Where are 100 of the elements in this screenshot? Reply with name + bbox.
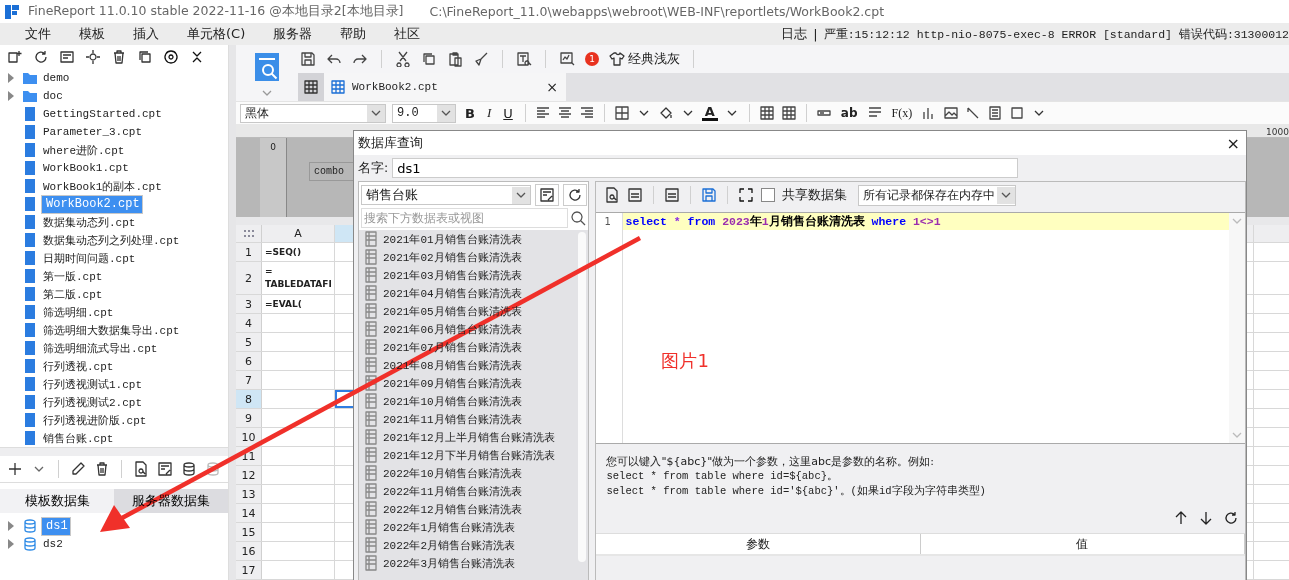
table-item[interactable]: 2021年04月销售台账清洗表 — [383, 285, 522, 301]
connection-select[interactable]: 销售台账 — [361, 185, 531, 205]
row-header[interactable]: 2 — [236, 262, 262, 294]
menu-item[interactable]: 模板 — [79, 25, 105, 43]
table-item[interactable]: 2021年11月销售台账清洗表 — [383, 411, 522, 427]
tree-item[interactable]: where进阶.cpt — [41, 141, 127, 159]
tree-item[interactable]: 行列透视测试2.cpt — [41, 393, 144, 411]
database-icon[interactable] — [181, 461, 197, 477]
menu-item[interactable]: 帮助 — [340, 25, 367, 43]
table-item[interactable]: 2021年09月销售台账清洗表 — [383, 375, 522, 391]
menu-item[interactable]: 服务器 — [273, 25, 313, 43]
storage-select[interactable]: 所有记录都保存在内存中 — [858, 184, 1017, 206]
tree-item[interactable]: Parameter_3.cpt — [41, 125, 145, 139]
table-grid-icon[interactable] — [780, 105, 797, 122]
tree-item[interactable]: demo — [41, 71, 72, 85]
row-header[interactable]: 14 — [236, 504, 262, 522]
chart-search-icon[interactable] — [559, 51, 575, 67]
text-search-icon[interactable] — [516, 51, 532, 67]
table-search-field[interactable]: 搜索下方数据表或视图 — [361, 208, 569, 228]
wrap-text-button[interactable]: ab — [837, 106, 861, 121]
font-select[interactable]: 黑体 — [240, 103, 386, 123]
row-header[interactable]: 13 — [236, 485, 262, 503]
tree-item[interactable]: 行列透视.cpt — [41, 357, 116, 375]
row-header[interactable]: 1 — [236, 243, 262, 261]
new-sheet-icon[interactable] — [303, 79, 319, 95]
new-template-icon[interactable] — [7, 49, 23, 65]
table-item[interactable]: 2022年1月销售台账清洗表 — [383, 519, 515, 535]
underline-button[interactable]: U — [500, 105, 516, 121]
tree-item[interactable]: 数据集动态列.cpt — [41, 213, 138, 231]
tree-item[interactable]: 筛选明细.cpt — [41, 303, 116, 321]
save-icon[interactable] — [701, 187, 718, 203]
sql-icon[interactable] — [627, 187, 644, 203]
add-icon[interactable] — [7, 461, 23, 477]
menu-item[interactable]: 单元格(C) — [187, 25, 246, 43]
copy-icon[interactable] — [421, 51, 437, 67]
edit-icon[interactable] — [70, 461, 86, 477]
paste-icon[interactable] — [447, 51, 463, 67]
tree-item[interactable]: 第二版.cpt — [41, 285, 105, 303]
row-header[interactable]: 3 — [236, 295, 262, 313]
row-header[interactable]: 17 — [236, 561, 262, 579]
copy-icon[interactable] — [137, 49, 153, 65]
preview-icon[interactable] — [604, 187, 621, 203]
preview-icon[interactable] — [133, 461, 149, 477]
row-header[interactable]: 12 — [236, 466, 262, 484]
name-field[interactable]: ds1 — [392, 158, 1019, 178]
dataset-tab[interactable]: 模板数据集 — [0, 489, 114, 513]
table-item[interactable]: 2022年3月销售台账清洗表 — [383, 555, 515, 571]
table-grid-icon[interactable] — [758, 105, 775, 122]
table-item[interactable]: 2021年12月上半月销售台账清洗表 — [383, 429, 555, 445]
locate-icon[interactable] — [163, 49, 179, 65]
menu-item[interactable]: 社区 — [394, 25, 421, 43]
delete-icon[interactable] — [94, 461, 110, 477]
refresh-icon[interactable] — [33, 49, 49, 65]
theme-button[interactable]: 经典浅灰 — [609, 50, 680, 68]
close-button[interactable]: × — [1226, 133, 1240, 153]
table-item[interactable]: 2021年02月销售台账清洗表 — [383, 249, 522, 265]
sql-export-icon[interactable] — [664, 187, 681, 203]
table-item[interactable]: 2021年01月销售台账清洗表 — [383, 231, 522, 247]
table-item[interactable]: 2021年12月下半月销售台账清洗表 — [383, 447, 555, 463]
row-header[interactable]: 15 — [236, 523, 262, 541]
image-icon[interactable] — [943, 105, 960, 122]
italic-button[interactable]: I — [483, 105, 495, 122]
font-color-button[interactable]: A — [701, 105, 718, 122]
tree-item[interactable]: WorkBook1的副本.cpt — [41, 177, 164, 195]
formula-button[interactable]: F(x) — [888, 105, 916, 121]
row-header[interactable]: 9 — [236, 409, 262, 427]
delete-icon[interactable] — [111, 49, 127, 65]
row-header[interactable]: 5 — [236, 333, 262, 351]
font-size-select[interactable]: 9.0 — [392, 103, 456, 123]
tree-item[interactable]: WorkBook1.cpt — [41, 161, 131, 175]
table-item[interactable]: 2022年12月销售台账清洗表 — [383, 501, 522, 517]
move-down-icon[interactable] — [1198, 510, 1214, 526]
table-item[interactable]: 2021年03月销售台账清洗表 — [383, 267, 522, 283]
tree-item[interactable]: doc — [41, 89, 65, 103]
brush-icon[interactable] — [473, 51, 489, 67]
table-item[interactable]: 2022年2月销售台账清洗表 — [383, 537, 515, 553]
table-item[interactable]: 2022年11月销售台账清洗表 — [383, 483, 522, 499]
tree-item[interactable]: 第一版.cpt — [41, 267, 105, 285]
frame-icon[interactable] — [1009, 105, 1026, 122]
dataset-edit-icon[interactable] — [157, 461, 173, 477]
move-up-icon[interactable] — [1173, 510, 1189, 526]
share-checkbox[interactable] — [761, 188, 776, 202]
row-header[interactable]: 8 — [236, 390, 262, 408]
row-header[interactable]: 16 — [236, 542, 262, 560]
cut-icon[interactable] — [395, 51, 411, 67]
document-tab[interactable]: WorkBook2.cpt × — [324, 73, 566, 101]
row-header[interactable]: 4 — [236, 314, 262, 332]
border-icon[interactable] — [613, 105, 630, 122]
close-tab-button[interactable]: × — [546, 79, 558, 95]
tree-item[interactable]: 行列透视进阶版.cpt — [41, 411, 149, 429]
menu-item[interactable]: 文件 — [25, 25, 51, 43]
fullscreen-icon[interactable] — [738, 187, 755, 203]
tree-item[interactable]: 筛选明细大数据集导出.cpt — [41, 321, 182, 339]
tree-item[interactable]: 日期时间问题.cpt — [41, 249, 138, 267]
row-header[interactable]: 6 — [236, 352, 262, 370]
log-label[interactable]: 日志 — [781, 25, 808, 43]
row-header[interactable]: 7 — [236, 371, 262, 389]
table-item[interactable]: 2021年10月销售台账清洗表 — [383, 393, 522, 409]
notification-badge[interactable]: 1 — [585, 52, 599, 66]
tree-item[interactable]: 筛选明细流式导出.cpt — [41, 339, 160, 357]
